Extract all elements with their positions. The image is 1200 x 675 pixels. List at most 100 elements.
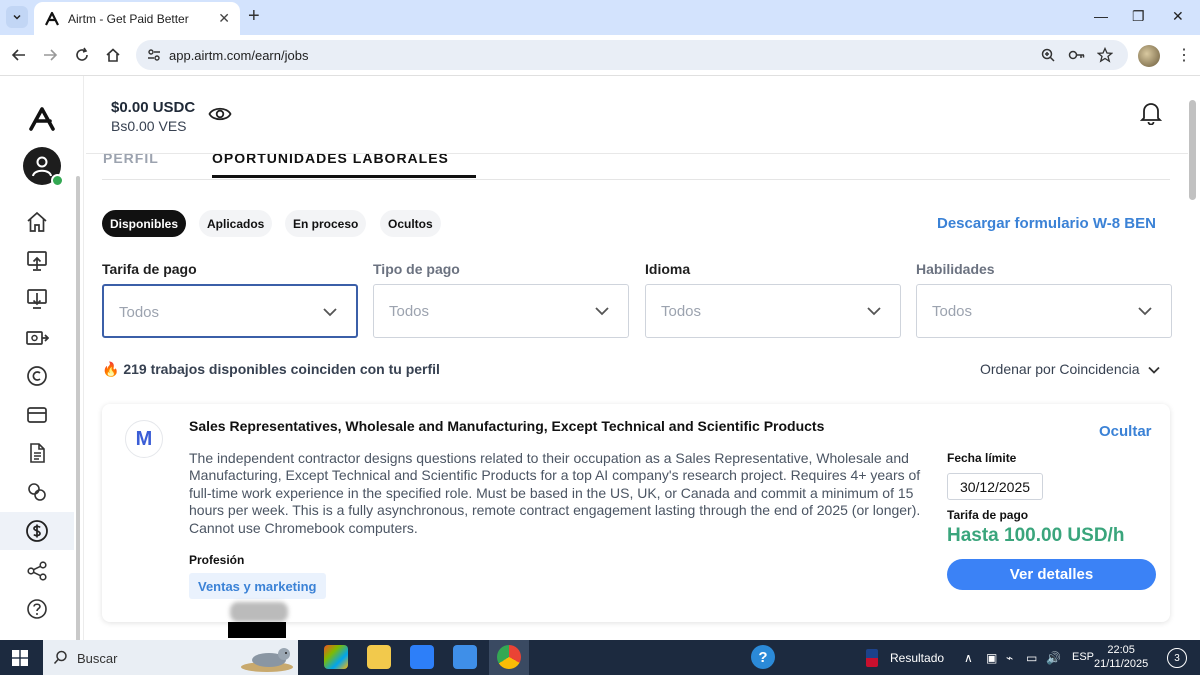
more-menu-icon[interactable]: ⋮: [1176, 45, 1192, 65]
back-arrow-icon[interactable]: [10, 46, 28, 64]
sidebar-item-earn[interactable]: [0, 512, 74, 550]
sidebar-item-send[interactable]: [0, 319, 74, 357]
tab-search-button[interactable]: [6, 6, 28, 28]
clock[interactable]: 22:05 21/11/2025: [1094, 643, 1148, 671]
close-window-icon[interactable]: ✕: [1172, 8, 1184, 25]
withdraw-screen-icon: [27, 289, 47, 309]
restore-icon[interactable]: ❐: [1132, 8, 1145, 25]
sidebar-item-help[interactable]: [0, 590, 74, 628]
language-select-value: Todos: [661, 303, 702, 320]
download-w8-link[interactable]: Descargar formulario W-8 BEN: [937, 215, 1156, 232]
nba-icon[interactable]: [866, 649, 878, 667]
pill-available[interactable]: Disponibles: [102, 210, 187, 237]
store-app-icon[interactable]: [410, 645, 434, 669]
deadline-label: Fecha límite: [947, 451, 1017, 465]
home-icon[interactable]: [104, 46, 122, 64]
filter-label-skills: Habilidades: [916, 261, 995, 277]
user-icon: [32, 156, 52, 177]
laptop-app-icon[interactable]: [453, 645, 477, 669]
address-bar[interactable]: app.airtm.com/earn/jobs: [136, 40, 1128, 70]
view-details-button[interactable]: Ver detalles: [947, 559, 1156, 590]
sort-dropdown[interactable]: Ordenar por Coincidencia: [980, 361, 1161, 377]
filter-label-rate: Tarifa de pago: [102, 261, 197, 277]
chevron-down-icon: [1148, 366, 1161, 374]
next-card-redaction: [228, 622, 286, 638]
sidebar-item-withdraw[interactable]: [0, 280, 74, 318]
chevron-down-icon: [595, 307, 609, 316]
network-icon[interactable]: ⌁: [1006, 651, 1013, 665]
filter-label-language: Idioma: [645, 261, 691, 277]
chrome-app-icon[interactable]: [497, 645, 521, 669]
sidebar-scrollbar[interactable]: [76, 176, 80, 675]
pay-type-select[interactable]: Todos: [373, 284, 629, 338]
airtm-logo-icon[interactable]: [29, 107, 55, 131]
tray-chevron-icon[interactable]: ∧: [964, 651, 973, 665]
zoom-icon[interactable]: [1040, 47, 1056, 63]
pill-applied[interactable]: Aplicados: [199, 210, 273, 237]
bell-icon[interactable]: [1140, 101, 1162, 125]
tab-title: Airtm - Get Paid Better: [68, 12, 189, 26]
language-indicator[interactable]: ESP: [1072, 651, 1094, 663]
sidebar-item-card[interactable]: [0, 396, 74, 434]
rate-value: Hasta 100.00 USD/h: [947, 525, 1125, 546]
windows-start-icon[interactable]: [12, 650, 28, 666]
job-card: M Sales Representatives, Wholesale and M…: [102, 404, 1170, 622]
browser-tab-airtm[interactable]: Airtm - Get Paid Better ✕: [34, 2, 240, 35]
eye-icon[interactable]: [208, 105, 232, 123]
app-sidebar: [0, 76, 84, 675]
next-card-logo-blur: [230, 602, 288, 622]
minimize-icon[interactable]: —: [1094, 8, 1108, 24]
active-tab-indicator: [212, 175, 476, 178]
sidebar-item-home[interactable]: [0, 203, 74, 241]
browser-tab-bar: Airtm - Get Paid Better ✕ + — ❐ ✕: [0, 0, 1200, 35]
tray-device-icon[interactable]: ▣: [986, 651, 997, 665]
windows-taskbar: Buscar ? Resultado ∧ ▣ ⌁ ▭ 🔊 ESP 22:05 2…: [0, 640, 1200, 675]
seal-illustration-icon: [241, 648, 293, 672]
skills-select-value: Todos: [932, 303, 973, 320]
deposit-screen-icon: [27, 251, 47, 271]
reload-icon[interactable]: [73, 46, 91, 64]
rate-label: Tarifa de pago: [947, 508, 1029, 522]
file-explorer-icon[interactable]: [367, 645, 391, 669]
copilot-app-icon[interactable]: [324, 645, 348, 669]
clock-date: 21/11/2025: [1094, 658, 1149, 670]
bookmark-star-icon[interactable]: [1097, 47, 1113, 63]
skills-select[interactable]: Todos: [916, 284, 1172, 338]
taskbar-search[interactable]: Buscar: [43, 640, 298, 675]
new-tab-button[interactable]: +: [248, 6, 260, 26]
sidebar-item-share[interactable]: [0, 552, 74, 590]
filter-label-pay-type: Tipo de pago: [373, 261, 460, 277]
document-icon: [30, 443, 45, 463]
rate-select[interactable]: Todos: [102, 284, 358, 338]
pill-hidden[interactable]: Ocultos: [380, 210, 441, 237]
chevron-down-icon: [867, 307, 881, 316]
hide-job-button[interactable]: Ocultar: [1099, 423, 1152, 440]
sort-text: Ordenar por Coincidencia: [980, 361, 1140, 377]
news-result-text[interactable]: Resultado: [890, 651, 944, 665]
help-app-icon[interactable]: ?: [751, 645, 775, 669]
company-logo: M: [125, 420, 163, 458]
sidebar-item-deposit[interactable]: [0, 242, 74, 280]
notification-count[interactable]: 3: [1167, 648, 1187, 668]
credit-card-icon: [27, 407, 47, 423]
key-icon[interactable]: [1068, 47, 1086, 63]
results-count-text: 219 trabajos disponibles coinciden con t…: [123, 361, 440, 377]
sidebar-item-crypto[interactable]: [0, 357, 74, 395]
page-scrollbar[interactable]: [1189, 100, 1196, 200]
dollar-coin-icon: [26, 520, 48, 542]
job-title[interactable]: Sales Representatives, Wholesale and Man…: [189, 418, 824, 434]
volume-icon[interactable]: 🔊: [1046, 651, 1061, 665]
main-content: PERFIL OPORTUNIDADES LABORALES $0.00 USD…: [86, 76, 1188, 640]
sidebar-item-exchange[interactable]: [0, 473, 74, 511]
exchange-icon: [28, 483, 46, 501]
language-select[interactable]: Todos: [645, 284, 901, 338]
profile-avatar[interactable]: [1138, 45, 1160, 67]
sidebar-item-documents[interactable]: [0, 434, 74, 472]
site-settings-icon[interactable]: [146, 47, 162, 63]
pill-in-progress[interactable]: En proceso: [285, 210, 367, 237]
home-icon: [27, 211, 47, 232]
forward-arrow-icon[interactable]: [41, 46, 59, 64]
battery-icon[interactable]: ▭: [1026, 651, 1037, 665]
url-text: app.airtm.com/earn/jobs: [169, 48, 309, 63]
close-tab-icon[interactable]: ✕: [218, 10, 230, 27]
